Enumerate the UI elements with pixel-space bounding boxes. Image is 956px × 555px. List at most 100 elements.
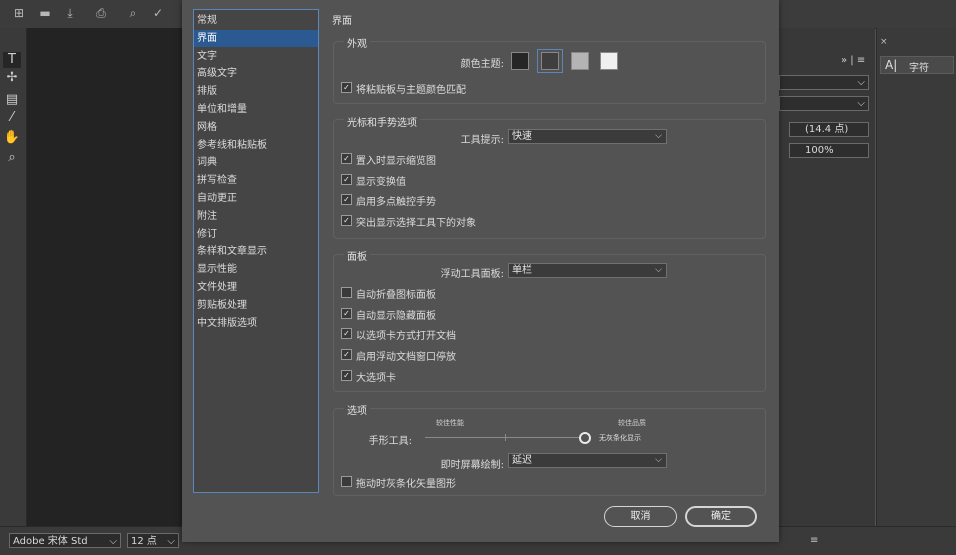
category-item[interactable]: 常规 bbox=[194, 12, 318, 29]
category-item[interactable]: 剪贴板处理 bbox=[194, 297, 318, 314]
font-style-field[interactable]: ⌵ bbox=[779, 96, 869, 111]
font-family-select[interactable]: Adobe 宋体 Std ⌵ bbox=[9, 533, 121, 548]
live-draw-label: 即时屏幕绘制: bbox=[440, 460, 504, 471]
page-title: 界面 bbox=[332, 16, 352, 27]
floating-panel-dropdown[interactable]: 单栏 ⌵ bbox=[508, 263, 667, 278]
chevron-down-icon: ⌵ bbox=[655, 265, 662, 275]
slider-tick bbox=[505, 434, 506, 441]
toolbox: T ✢ ▤ ⁄ ✋ ⌕ bbox=[0, 28, 27, 526]
category-item[interactable]: 词典 bbox=[194, 154, 318, 171]
category-item[interactable]: 修订 bbox=[194, 226, 318, 243]
zoom-tool-icon[interactable]: ⌕ bbox=[3, 150, 21, 166]
spellcheck-icon[interactable]: ✓ bbox=[151, 6, 165, 20]
category-item[interactable]: 单位和增量 bbox=[194, 101, 318, 118]
panel-option-label: 以选项卡方式打开文档 bbox=[356, 331, 456, 343]
panel-option-checkbox[interactable] bbox=[341, 287, 352, 298]
cursor-option-checkbox[interactable]: ✓ bbox=[341, 194, 352, 206]
panel-option-label: 自动显示隐藏面板 bbox=[356, 310, 436, 322]
slider-left-caption: 较佳性能 bbox=[436, 419, 464, 427]
theme-swatch-dark[interactable] bbox=[511, 52, 529, 70]
path-type-tool-icon[interactable]: ✢ bbox=[3, 70, 21, 86]
type-tool-icon[interactable]: T bbox=[3, 52, 21, 68]
panel-option-checkbox[interactable]: ✓ bbox=[341, 369, 352, 381]
panel-option-checkbox[interactable]: ✓ bbox=[341, 349, 352, 361]
theme-swatch-light[interactable] bbox=[600, 52, 618, 70]
theme-label: 颜色主题: bbox=[460, 59, 504, 70]
category-item[interactable]: 排版 bbox=[194, 83, 318, 100]
tooltip-value: 快速 bbox=[512, 131, 532, 142]
panel-option-checkbox[interactable]: ✓ bbox=[341, 307, 352, 319]
cursor-option-label: 启用多点触控手势 bbox=[356, 197, 436, 209]
font-family-field[interactable]: ⌵ bbox=[779, 75, 869, 90]
greek-vector-checkbox[interactable] bbox=[341, 476, 352, 487]
hand-tool-icon[interactable]: ✋ bbox=[3, 130, 21, 146]
cursor-option-label: 置入时显示缩览图 bbox=[356, 156, 436, 167]
leading-value: (14.4 点) bbox=[805, 124, 849, 135]
tooltip-label: 工具提示: bbox=[460, 135, 504, 146]
eyedropper-tool-icon[interactable]: ⁄ bbox=[3, 110, 21, 126]
close-icon[interactable]: × bbox=[880, 37, 888, 47]
scale-field[interactable]: 100% bbox=[789, 143, 869, 158]
font-size-value: 12 点 bbox=[131, 536, 157, 547]
panel-tab-label: 字符 bbox=[909, 63, 929, 74]
leading-field[interactable]: (14.4 点) bbox=[789, 122, 869, 137]
floating-panel-value: 单栏 bbox=[512, 265, 532, 276]
category-item[interactable]: 参考线和粘贴板 bbox=[194, 137, 318, 154]
floating-panel-label: 浮动工具面板: bbox=[440, 269, 504, 280]
category-item[interactable]: 拼写检查 bbox=[194, 172, 318, 189]
appearance-title: 外观 bbox=[344, 35, 370, 50]
cursor-title: 光标和手势选项 bbox=[344, 114, 420, 129]
scale-value: 100% bbox=[805, 145, 834, 156]
character-control-area: » | ≡ ⌵ ⌵ (14.4 点) 100% bbox=[779, 28, 875, 526]
panel-option-checkbox[interactable]: ✓ bbox=[341, 328, 352, 340]
document-canvas bbox=[27, 28, 182, 526]
theme-swatch-medium-dark[interactable] bbox=[541, 52, 559, 70]
category-item[interactable]: 高级文字 bbox=[194, 65, 318, 82]
category-item[interactable]: 自动更正 bbox=[194, 190, 318, 207]
live-draw-dropdown[interactable]: 延迟 ⌵ bbox=[508, 453, 667, 468]
category-item[interactable]: 文字 bbox=[194, 48, 318, 65]
menu-icon[interactable]: ≡ bbox=[810, 535, 818, 546]
category-item[interactable]: 界面 bbox=[194, 29, 318, 47]
cursor-option-label: 显示变换值 bbox=[356, 176, 406, 188]
panels-title: 面板 bbox=[344, 248, 370, 263]
cursor-option-label: 突出显示选择工具下的对象 bbox=[356, 218, 476, 230]
match-pasteboard-checkbox[interactable]: ✓ bbox=[341, 82, 352, 93]
category-item[interactable]: 显示性能 bbox=[194, 261, 318, 278]
zoom-icon[interactable]: ⌕ bbox=[126, 6, 140, 20]
category-list: 常规 界面 文字 高级文字 排版 单位和增量 网格 参考线和粘贴板 词典 拼写检查 自动更正 附注 修订… bbox=[193, 9, 319, 493]
category-item[interactable]: 中文排版选项 bbox=[194, 315, 318, 332]
options-title: 选项 bbox=[344, 402, 370, 417]
category-item[interactable]: 附注 bbox=[194, 208, 318, 225]
chevron-down-icon: ⌵ bbox=[857, 98, 865, 109]
match-pasteboard-label: 将粘贴板与主题颜色匹配 bbox=[356, 85, 466, 96]
character-panel: × A| 字符 bbox=[876, 28, 956, 526]
slider-right-caption: 较佳品质 bbox=[618, 419, 646, 427]
category-item[interactable]: 条样和文章显示 bbox=[194, 243, 318, 260]
cancel-button[interactable]: 取消 bbox=[604, 506, 677, 527]
category-item[interactable]: 网格 bbox=[194, 119, 318, 136]
character-icon: A| bbox=[885, 58, 898, 72]
category-item[interactable]: 文件处理 bbox=[194, 279, 318, 296]
panel-option-label: 大选项卡 bbox=[356, 372, 396, 384]
slider-value-label: 无灰条化显示 bbox=[599, 434, 641, 442]
print-icon[interactable]: ⎙ bbox=[94, 6, 108, 20]
cursor-option-checkbox[interactable]: ✓ bbox=[341, 173, 352, 185]
ok-button[interactable]: 确定 bbox=[685, 506, 757, 527]
hand-tool-slider-thumb[interactable] bbox=[579, 432, 591, 444]
new-document-icon[interactable]: ⊞ bbox=[12, 6, 26, 20]
download-icon[interactable]: ⤓ bbox=[63, 6, 77, 20]
chevron-down-icon: ⌵ bbox=[109, 536, 117, 547]
chevron-down-icon: ⌵ bbox=[167, 536, 175, 547]
note-tool-icon[interactable]: ▤ bbox=[3, 92, 21, 108]
cursor-option-checkbox[interactable]: ✓ bbox=[341, 153, 352, 164]
panel-tab[interactable]: A| 字符 bbox=[880, 56, 954, 74]
font-size-select[interactable]: 12 点 ⌵ bbox=[127, 533, 179, 548]
hand-tool-label: 手形工具: bbox=[368, 436, 412, 447]
chevron-down-icon: ⌵ bbox=[655, 455, 662, 465]
panel-menu-icon[interactable]: » | ≡ bbox=[841, 55, 865, 66]
cursor-option-checkbox[interactable]: ✓ bbox=[341, 215, 352, 227]
theme-swatch-medium-light[interactable] bbox=[571, 52, 589, 70]
tooltip-dropdown[interactable]: 快速 ⌵ bbox=[508, 129, 667, 144]
open-folder-icon[interactable]: ▬ bbox=[38, 6, 52, 20]
